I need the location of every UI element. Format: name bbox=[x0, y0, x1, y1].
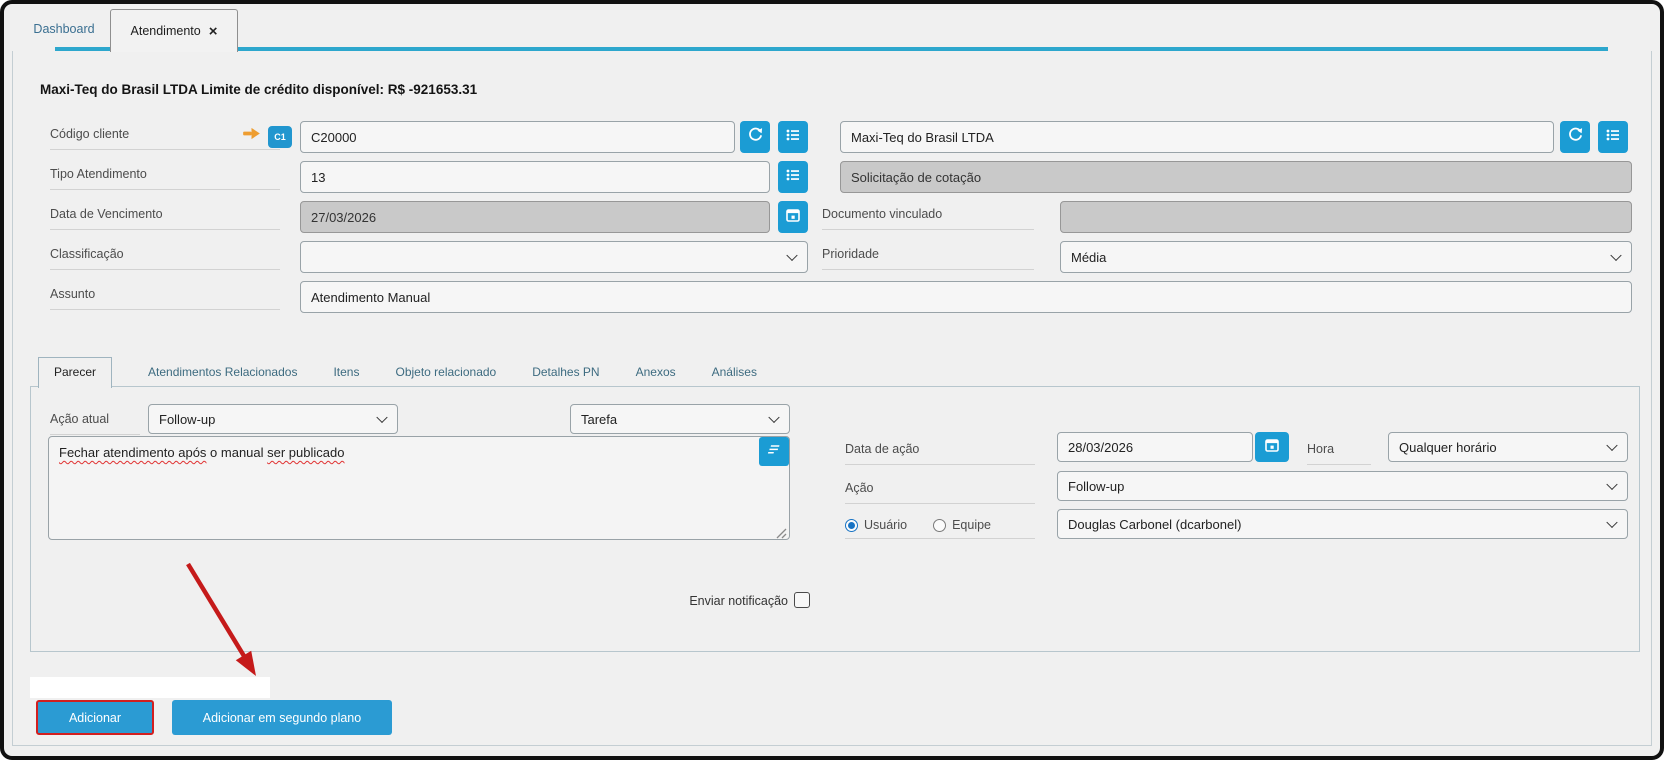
prioridade-label: Prioridade bbox=[822, 243, 1034, 270]
tipo-parecer-select-value: Tarefa bbox=[581, 412, 617, 427]
chevron-down-icon bbox=[1606, 479, 1617, 490]
enviar-notificacao-label: Enviar notificação bbox=[648, 594, 788, 608]
acao-select-value: Follow-up bbox=[1068, 479, 1124, 494]
chevron-down-icon bbox=[1606, 517, 1617, 528]
sub-tab-atendimentos-relacionados[interactable]: Atendimentos Relacionados bbox=[148, 365, 297, 387]
acao-select[interactable]: Follow-up bbox=[1057, 471, 1628, 501]
adicionar-segundo-plano-button[interactable]: Adicionar em segundo plano bbox=[172, 700, 392, 735]
equipe-radio[interactable] bbox=[933, 519, 946, 532]
responsavel-select[interactable]: Douglas Carbonel (dcarbonel) bbox=[1057, 509, 1628, 539]
sub-tab-parecer[interactable]: Parecer bbox=[38, 357, 112, 388]
assunto-input[interactable] bbox=[300, 281, 1632, 313]
hora-select-value: Qualquer horário bbox=[1399, 440, 1497, 455]
refresh-icon bbox=[1567, 126, 1584, 148]
sub-tab-itens[interactable]: Itens bbox=[333, 365, 359, 387]
link-arrow-icon[interactable] bbox=[242, 127, 261, 145]
active-tab-indicator bbox=[55, 47, 1608, 51]
tab-atendimento[interactable]: Atendimento × bbox=[110, 9, 238, 52]
chevron-down-icon bbox=[376, 412, 387, 423]
refresh-button[interactable] bbox=[740, 121, 770, 153]
data-vencimento-label: Data de Vencimento bbox=[50, 203, 280, 230]
data-acao-input[interactable] bbox=[1057, 432, 1253, 462]
prioridade-select[interactable]: Média bbox=[1060, 241, 1632, 273]
prioridade-select-value: Média bbox=[1071, 250, 1106, 265]
adicionar-button[interactable]: Adicionar bbox=[36, 700, 154, 735]
app-background: Dashboard Atendimento × Maxi-Teq do Bras… bbox=[0, 0, 1664, 760]
usuario-radio[interactable] bbox=[845, 519, 858, 532]
data-acao-label: Data de ação bbox=[845, 438, 1035, 465]
usuario-radio-label: Usuário bbox=[864, 518, 907, 532]
close-icon[interactable]: × bbox=[209, 24, 218, 39]
codigo-cliente-input[interactable] bbox=[300, 121, 735, 153]
choose-from-list-button[interactable] bbox=[1598, 121, 1628, 153]
equipe-radio-group[interactable]: Equipe bbox=[933, 518, 991, 532]
hora-label: Hora bbox=[1307, 438, 1371, 465]
align-text-icon bbox=[767, 442, 782, 462]
parecer-note-textarea[interactable]: Fechar atendimento após o manual ser pub… bbox=[48, 436, 790, 540]
classificacao-select[interactable] bbox=[300, 241, 808, 273]
data-vencimento-input bbox=[300, 201, 770, 233]
text-format-button[interactable] bbox=[759, 437, 789, 466]
refresh-icon bbox=[747, 126, 764, 148]
acao-atual-select-value: Follow-up bbox=[159, 412, 215, 427]
sub-tab-bar: Parecer Atendimentos Relacionados Itens Obj… bbox=[38, 356, 757, 387]
choose-from-list-button[interactable] bbox=[778, 121, 808, 153]
calendar-icon bbox=[785, 207, 801, 228]
credit-limit-header: Maxi-Teq do Brasil LTDA Limite de crédit… bbox=[40, 82, 477, 97]
list-icon bbox=[1605, 127, 1621, 148]
tipo-parecer-select[interactable]: Tarefa bbox=[570, 404, 790, 434]
chevron-down-icon bbox=[1610, 250, 1621, 261]
sub-tab-anexos[interactable]: Anexos bbox=[636, 365, 676, 387]
calendar-button[interactable] bbox=[778, 201, 808, 233]
tipo-atendimento-desc-input bbox=[840, 161, 1632, 193]
chevron-down-icon bbox=[768, 412, 779, 423]
acao-label: Ação bbox=[845, 477, 1035, 504]
equipe-radio-label: Equipe bbox=[952, 518, 991, 532]
annotation-highlight-box bbox=[30, 677, 270, 698]
calendar-button[interactable] bbox=[1255, 432, 1289, 462]
responsavel-radio-row: Usuário Equipe bbox=[845, 512, 1035, 539]
acao-atual-label: Ação atual bbox=[50, 408, 140, 435]
choose-from-list-button[interactable] bbox=[778, 161, 808, 193]
tab-dashboard[interactable]: Dashboard bbox=[22, 14, 106, 44]
enviar-notificacao-checkbox[interactable] bbox=[794, 592, 810, 608]
tipo-atendimento-label: Tipo Atendimento bbox=[50, 163, 280, 190]
window-frame: Dashboard Atendimento × Maxi-Teq do Bras… bbox=[0, 0, 1664, 760]
tab-atendimento-label: Atendimento bbox=[131, 24, 201, 38]
sub-tab-detalhes-pn[interactable]: Detalhes PN bbox=[532, 365, 599, 387]
resize-grip[interactable] bbox=[776, 526, 787, 537]
responsavel-select-value: Douglas Carbonel (dcarbonel) bbox=[1068, 517, 1241, 532]
sub-tab-analises[interactable]: Análises bbox=[712, 365, 757, 387]
assunto-label: Assunto bbox=[50, 283, 280, 310]
documento-vinculado-label: Documento vinculado bbox=[822, 203, 1034, 230]
calendar-icon bbox=[1264, 437, 1280, 458]
parecer-note-text: Fechar atendimento após o manual ser pub… bbox=[59, 445, 344, 460]
hora-select[interactable]: Qualquer horário bbox=[1388, 432, 1628, 462]
list-icon bbox=[785, 127, 801, 148]
list-icon bbox=[785, 167, 801, 188]
chevron-down-icon bbox=[786, 250, 797, 261]
tipo-atendimento-input[interactable] bbox=[300, 161, 770, 193]
chevron-down-icon bbox=[1606, 440, 1617, 451]
documento-vinculado-input bbox=[1060, 201, 1632, 233]
usuario-radio-group[interactable]: Usuário bbox=[845, 518, 907, 532]
classificacao-label: Classificação bbox=[50, 243, 280, 270]
c1-badge: C1 bbox=[268, 126, 292, 148]
cliente-nome-input[interactable] bbox=[840, 121, 1554, 153]
refresh-button[interactable] bbox=[1560, 121, 1590, 153]
sub-tab-objeto-relacionado[interactable]: Objeto relacionado bbox=[395, 365, 496, 387]
acao-atual-select[interactable]: Follow-up bbox=[148, 404, 398, 434]
